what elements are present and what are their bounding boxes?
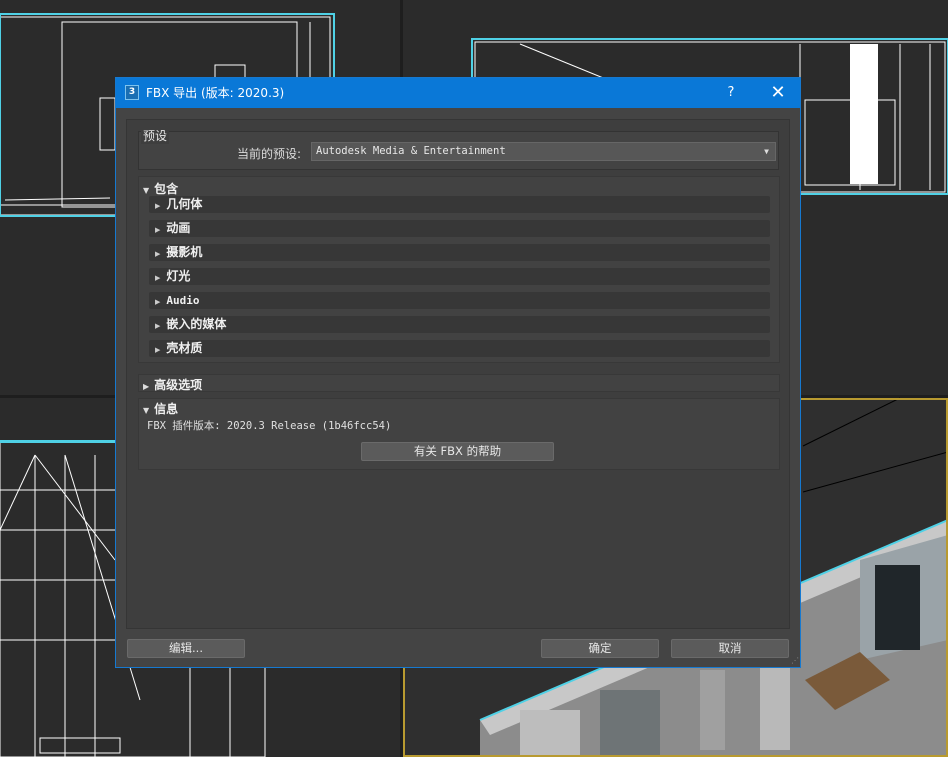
triangle-right-icon: ▶	[155, 250, 161, 258]
rollout-include-title: 包含	[154, 182, 179, 196]
triangle-right-icon: ▶	[155, 202, 161, 210]
plugin-version-text: FBX 插件版本: 2020.3 Release (1b46fcc54)	[147, 420, 392, 432]
rollout-advanced-header[interactable]: ▶ 高级选项	[143, 376, 202, 393]
fbx-export-dialog: 3 FBX 导出 (版本: 2020.3) ? ✕ 预设 当前的预设: Auto…	[115, 77, 801, 668]
sub-rollout-label: 嵌入的媒体	[166, 317, 227, 331]
triangle-right-icon: ▶	[155, 346, 161, 354]
sub-rollout-label: 灯光	[166, 269, 191, 283]
triangle-right-icon: ▶	[155, 298, 161, 306]
triangle-down-icon: ▼	[143, 186, 150, 195]
sub-rollout-embedded-media[interactable]: ▶ 嵌入的媒体	[149, 316, 770, 333]
sub-rollout-lights[interactable]: ▶ 灯光	[149, 268, 770, 285]
rollout-include-header[interactable]: ▼ 包含	[143, 180, 178, 197]
triangle-right-icon: ▶	[155, 226, 161, 234]
presets-legend: 预设	[141, 127, 170, 144]
dialog-titlebar[interactable]: 3 FBX 导出 (版本: 2020.3) ? ✕	[116, 78, 800, 108]
dialog-content: 预设 当前的预设: Autodesk Media & Entertainment…	[126, 119, 790, 629]
current-preset-value: Autodesk Media & Entertainment	[316, 145, 506, 157]
sub-rollout-shell-material[interactable]: ▶ 壳材质	[149, 340, 770, 357]
sub-rollout-cameras[interactable]: ▶ 摄影机	[149, 244, 770, 261]
resize-grip-icon[interactable]: ⋰	[791, 656, 799, 665]
sub-rollout-label: 动画	[166, 221, 191, 235]
rollout-include: ▼ 包含 ▶ 几何体 ▶ 动画 ▶ 摄影机 ▶ 灯光 ▶ Audio ▶ 嵌入的媒体 ▶ 壳材质	[138, 176, 780, 363]
help-button[interactable]: ?	[716, 78, 746, 108]
current-preset-label: 当前的预设:	[237, 147, 302, 161]
rollout-information-title: 信息	[154, 402, 179, 416]
cancel-button[interactable]: 取消	[671, 639, 789, 658]
fbx-help-button[interactable]: 有关 FBX 的帮助	[361, 442, 554, 461]
rollout-advanced-title: 高级选项	[154, 378, 203, 392]
triangle-right-icon: ▶	[155, 322, 161, 330]
dialog-title: FBX 导出 (版本: 2020.3)	[146, 86, 285, 100]
triangle-right-icon: ▶	[155, 274, 161, 282]
3dsmax-app-icon: 3	[125, 85, 139, 100]
sub-rollout-label: Audio	[166, 294, 200, 307]
sub-rollout-label: 摄影机	[166, 245, 203, 259]
sub-rollout-label: 几何体	[166, 197, 203, 211]
rollout-information: ▼ 信息 FBX 插件版本: 2020.3 Release (1b46fcc54)…	[138, 398, 780, 470]
ok-button[interactable]: 确定	[541, 639, 659, 658]
sub-rollout-geometry[interactable]: ▶ 几何体	[149, 196, 770, 213]
rollout-advanced[interactable]: ▶ 高级选项	[138, 374, 780, 392]
rollout-information-header[interactable]: ▼ 信息	[143, 400, 178, 417]
sub-rollout-label: 壳材质	[166, 341, 203, 355]
triangle-down-icon: ▼	[143, 406, 150, 415]
triangle-right-icon: ▶	[143, 382, 150, 391]
close-icon[interactable]: ✕	[756, 78, 800, 108]
chevron-down-icon: ▼	[764, 147, 769, 156]
current-preset-dropdown[interactable]: Autodesk Media & Entertainment ▼	[311, 142, 776, 161]
edit-button[interactable]: 编辑...	[127, 639, 245, 658]
sub-rollout-animation[interactable]: ▶ 动画	[149, 220, 770, 237]
sub-rollout-audio[interactable]: ▶ Audio	[149, 292, 770, 309]
